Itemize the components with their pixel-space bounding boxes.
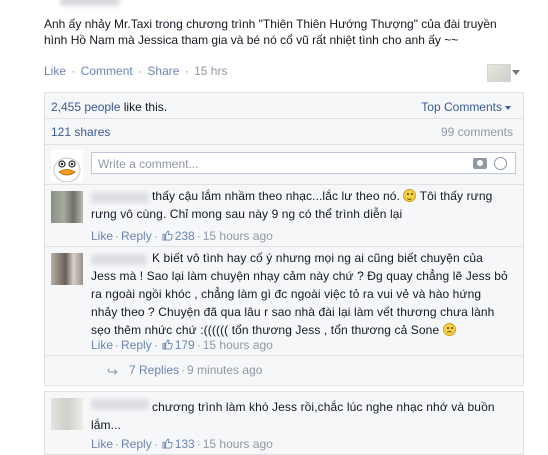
avatar[interactable]	[51, 253, 83, 285]
separator-dot: ·	[153, 338, 158, 352]
separator-dot: ·	[196, 338, 201, 352]
thumbs-up-icon	[162, 230, 173, 241]
comment-text-line: sẹo thêm nhức chứ :(((((( tổn thương Jes…	[91, 321, 456, 339]
caret-down-icon	[505, 105, 511, 110]
thumbs-up-icon	[162, 438, 173, 449]
post-like-link[interactable]: Like	[44, 64, 66, 78]
comment-like-count[interactable]: 133	[175, 437, 195, 451]
replies-summary: 7 Replies · 9 minutes ago	[129, 363, 262, 377]
comment-reply-link[interactable]: Reply	[121, 437, 152, 451]
previous-post-strip	[0, 0, 548, 12]
share-as-avatar[interactable]	[487, 64, 511, 82]
comment-text-line: chương trình làm khó Jess rồi,chắc lúc n…	[152, 400, 495, 414]
likes-suffix: like this.	[123, 100, 168, 114]
top-comments-dropdown[interactable]: Top Comments	[421, 100, 511, 114]
separator-dot: ·	[153, 229, 158, 243]
replies-timestamp: 9 minutes ago	[187, 363, 263, 377]
top-comments-label: Top Comments	[421, 100, 502, 114]
ufi-summary: 2,455 people like this. Top Comments 121…	[44, 92, 524, 145]
separator-dot: ·	[71, 64, 76, 78]
likes-row: 2,455 people like this. Top Comments	[45, 93, 523, 119]
separator-dot: ·	[115, 338, 120, 352]
comment-text-line: rưng vô cùng. Chỉ mong sau này 9 ng có t…	[91, 207, 403, 221]
post-timestamp[interactable]: 15 hrs	[194, 64, 227, 78]
avatar[interactable]	[51, 191, 83, 223]
likes-count-link[interactable]: 2,455 people	[51, 100, 120, 114]
comment-text: thấy cậu lắm nhầm theo nhạc...lắc lư the…	[152, 189, 401, 203]
replies-row: ↪ 7 Replies · 9 minutes ago	[44, 356, 524, 386]
post-text-line-1: Anh ấy nhảy Mr.Taxi trong chương trình "…	[44, 17, 497, 31]
comment-item: K biết vô tình hay cố ý nhưng mọi ng ai …	[44, 247, 524, 356]
comment-actions: Like · Reply · 133 · 15 hours ago	[91, 437, 273, 451]
comment-input[interactable]: Write a comment...	[91, 152, 516, 174]
comment-composer: Write a comment...	[44, 145, 524, 185]
comment-like-link[interactable]: Like	[91, 229, 113, 243]
comment-timestamp[interactable]: 15 hours ago	[203, 437, 273, 451]
thumbs-up-icon	[162, 339, 173, 350]
likes-sentence: 2,455 people like this.	[51, 100, 167, 114]
avatar	[51, 150, 83, 182]
comments-count[interactable]: 99 comments	[441, 125, 513, 139]
comment-actions: Like · Reply · 179 · 15 hours ago	[91, 338, 273, 352]
comment-timestamp[interactable]: 15 hours ago	[203, 229, 273, 243]
comment-text-line: thấy cậu lắm nhầm theo nhạc...lắc lư the…	[152, 187, 492, 205]
emoji-icon[interactable]	[494, 157, 507, 170]
separator-dot: ·	[184, 64, 189, 78]
comment-actions: Like · Reply · 238 · 15 hours ago	[91, 229, 273, 243]
shares-link[interactable]: 121 shares	[51, 125, 110, 139]
comment-like-count[interactable]: 238	[175, 229, 195, 243]
comment-reply-link[interactable]: Reply	[121, 229, 152, 243]
comment-text-line: K biết vô tình hay cố ý nhưng mọi ng ai …	[152, 251, 483, 265]
post-text: Anh ấy nhảy Mr.Taxi trong chương trình "…	[44, 16, 524, 48]
shares-row: 121 shares 99 comments	[45, 119, 523, 145]
commenter-name[interactable]	[91, 254, 147, 265]
comment-like-count[interactable]: 179	[175, 338, 195, 352]
separator-dot: ·	[196, 229, 201, 243]
separator-dot: ·	[153, 437, 158, 451]
comment-text-line: Jess mà ! Sao lại làm chuyện nhạy cảm nà…	[91, 269, 508, 283]
sad-emoji-icon	[442, 323, 456, 336]
separator-dot: ·	[138, 64, 143, 78]
comment-input-placeholder: Write a comment...	[98, 157, 199, 171]
post-text-line-2: hình Hồ Nam mà Jessica tham gia và bé nó…	[44, 33, 459, 47]
smile-emoji-icon	[403, 189, 417, 202]
camera-icon[interactable]	[473, 158, 487, 169]
comment-like-link[interactable]: Like	[91, 338, 113, 352]
post-comment-link[interactable]: Comment	[81, 64, 133, 78]
post-share-link[interactable]: Share	[147, 64, 179, 78]
comment-reply-link[interactable]: Reply	[121, 338, 152, 352]
separator-dot: ·	[181, 363, 186, 377]
comment-text-line: ra ngoài ngồi khóc , chẳng làm gì đc ngo…	[91, 287, 482, 301]
comment-text-line: nhảy theo ? Chuyện đã qua lâu r sao nhà …	[91, 305, 495, 319]
commenter-name[interactable]	[91, 399, 149, 410]
comment-like-link[interactable]: Like	[91, 437, 113, 451]
reply-arrow-icon: ↪	[107, 364, 118, 379]
comment-timestamp[interactable]: 15 hours ago	[203, 338, 273, 352]
comment-text: Tôi thấy rưng	[419, 189, 493, 203]
separator-dot: ·	[115, 229, 120, 243]
comment-item: thấy cậu lắm nhầm theo nhạc...lắc lư the…	[44, 185, 524, 247]
post-actions: Like · Comment · Share · 15 hrs	[44, 64, 227, 78]
view-replies-link[interactable]: 7 Replies	[129, 363, 179, 377]
penguin-avatar-icon	[51, 150, 83, 182]
comment-text-line: lắm...	[91, 418, 121, 432]
avatar[interactable]	[51, 398, 83, 430]
comment-text: sẹo thêm nhức chứ :(((((( tổn thương Jes…	[91, 323, 440, 337]
separator-dot: ·	[196, 437, 201, 451]
separator-dot: ·	[115, 437, 120, 451]
commenter-name[interactable]	[91, 192, 149, 203]
comment-item: chương trình làm khó Jess rồi,chắc lúc n…	[44, 391, 524, 455]
chevron-down-icon[interactable]	[512, 70, 520, 75]
